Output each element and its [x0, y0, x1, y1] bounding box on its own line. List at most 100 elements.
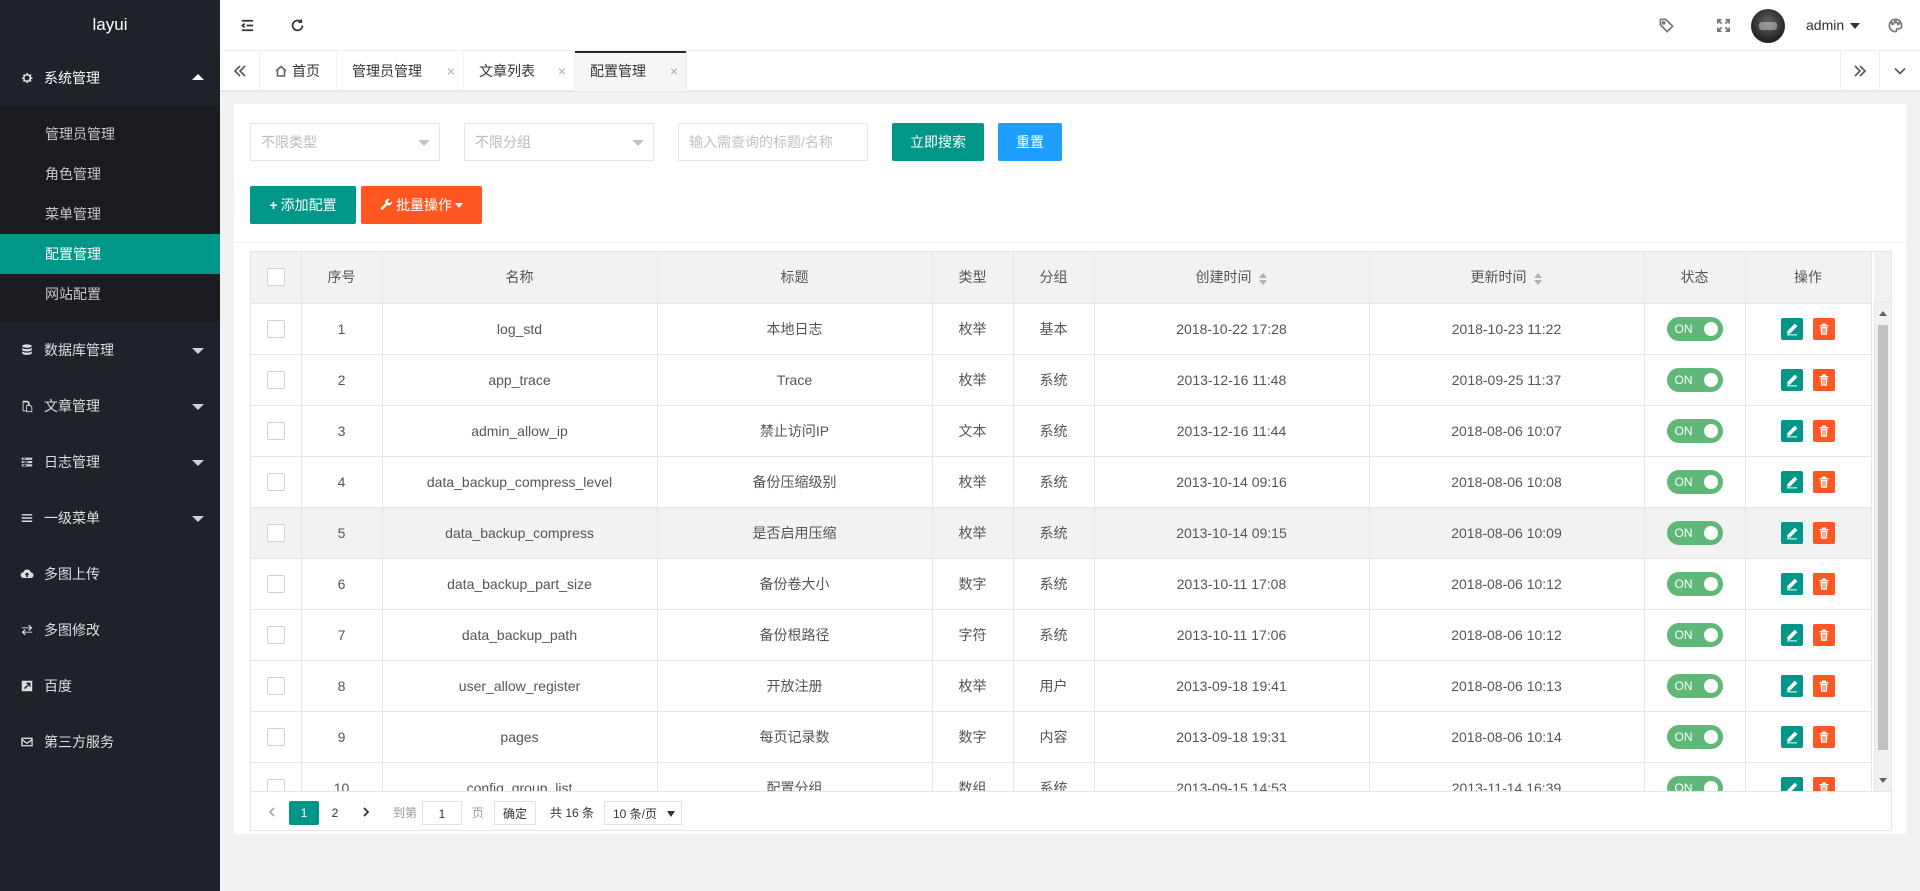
edit-button[interactable]	[1781, 725, 1803, 748]
sidebar-item[interactable]: 多图上传	[0, 546, 220, 602]
sidebar-item[interactable]: 数据库管理	[0, 322, 220, 378]
tabs-scroll-right-button[interactable]	[1840, 51, 1880, 91]
goto-confirm-button[interactable]: 确定	[494, 801, 536, 825]
menu-fold-button[interactable]	[222, 0, 272, 50]
tag-button[interactable]	[1641, 0, 1691, 50]
delete-button[interactable]	[1813, 572, 1835, 595]
fullscreen-button[interactable]	[1698, 0, 1748, 50]
table-row[interactable]: 2 app_trace Trace 枚举 系统 2013-12-16 11:48 2018-…	[251, 354, 1872, 406]
sidebar-item[interactable]: 百度	[0, 658, 220, 714]
column-header-created[interactable]: 创建时间	[1094, 252, 1370, 304]
row-checkbox[interactable]	[266, 676, 285, 695]
sidebar-item[interactable]: 第三方服务	[0, 714, 220, 770]
table-row[interactable]: 8 user_allow_register 开放注册 枚举 用户 2013-09-18 1…	[251, 660, 1872, 712]
row-checkbox[interactable]	[266, 472, 285, 491]
tab-article-list[interactable]: 文章列表 ×	[464, 51, 575, 91]
select-all-checkbox[interactable]	[266, 268, 285, 287]
tabs-scroll-left-button[interactable]	[220, 51, 260, 91]
row-checkbox[interactable]	[266, 574, 285, 593]
sidebar-subitem[interactable]: 配置管理	[0, 234, 220, 274]
page-number[interactable]: 2	[320, 801, 350, 825]
table-row[interactable]: 1 log_std 本地日志 枚举 基本 2018-10-22 17:28 2018-10-…	[251, 303, 1872, 355]
tabs-options-button[interactable]	[1880, 51, 1920, 91]
delete-button[interactable]	[1813, 419, 1835, 442]
tab-config-manage[interactable]: 配置管理 ×	[575, 51, 687, 91]
avatar[interactable]	[1751, 9, 1785, 43]
status-toggle[interactable]: ON	[1666, 622, 1723, 647]
status-toggle[interactable]: ON	[1666, 520, 1723, 545]
page-number-current[interactable]: 1	[289, 801, 319, 825]
table-row[interactable]: 9 pages 每页记录数 数字 内容 2013-09-18 19:31 2018-08-0…	[251, 711, 1872, 763]
table-row[interactable]: 6 data_backup_part_size 备份卷大小 数字 系统 2013-10-1…	[251, 558, 1872, 610]
status-toggle[interactable]: ON	[1666, 724, 1723, 749]
goto-page-input[interactable]: 1	[422, 801, 462, 825]
close-icon[interactable]: ×	[447, 51, 455, 91]
group-select[interactable]: 不限分组	[464, 123, 654, 161]
edit-button[interactable]	[1781, 368, 1803, 391]
search-input[interactable]	[678, 123, 868, 161]
table-row[interactable]: 7 data_backup_path 备份根路径 字符 系统 2013-10-11 17:…	[251, 609, 1872, 661]
delete-button[interactable]	[1813, 623, 1835, 646]
app-logo[interactable]: layui	[0, 0, 220, 50]
close-icon[interactable]: ×	[558, 51, 566, 91]
column-header-updated[interactable]: 更新时间	[1369, 252, 1645, 304]
page-size-select[interactable]: 10 条/页	[604, 801, 682, 825]
table-row[interactable]: 4 data_backup_compress_level 备份压缩级别 枚举 系统 201…	[251, 456, 1872, 508]
edit-button[interactable]	[1781, 470, 1803, 493]
user-menu[interactable]: admin	[1806, 0, 1861, 51]
row-checkbox[interactable]	[266, 523, 285, 542]
table-row[interactable]: 5 data_backup_compress 是否启用压缩 枚举 系统 2013-10-1…	[251, 507, 1872, 559]
sidebar-item[interactable]: 一级菜单	[0, 490, 220, 546]
refresh-button[interactable]	[272, 0, 322, 50]
sidebar-subitem[interactable]: 管理员管理	[0, 114, 220, 154]
tab-home[interactable]: 首页	[260, 51, 337, 91]
row-checkbox[interactable]	[266, 727, 285, 746]
edit-button[interactable]	[1781, 674, 1803, 697]
edit-button[interactable]	[1781, 623, 1803, 646]
row-checkbox[interactable]	[266, 625, 285, 644]
sidebar-item[interactable]: 文章管理	[0, 378, 220, 434]
delete-button[interactable]	[1813, 725, 1835, 748]
add-config-button[interactable]: + 添加配置	[250, 186, 356, 224]
reset-button[interactable]: 重置	[998, 123, 1062, 161]
sidebar-item[interactable]: 多图修改	[0, 602, 220, 658]
theme-button[interactable]	[1870, 0, 1920, 50]
status-toggle[interactable]: ON	[1666, 673, 1723, 698]
delete-button[interactable]	[1813, 317, 1835, 340]
edit-button[interactable]	[1781, 419, 1803, 442]
delete-button[interactable]	[1813, 368, 1835, 391]
row-checkbox[interactable]	[266, 319, 285, 338]
close-icon[interactable]: ×	[670, 51, 678, 91]
sidebar-subitem[interactable]: 角色管理	[0, 154, 220, 194]
edit-button[interactable]	[1781, 521, 1803, 544]
delete-button[interactable]	[1813, 521, 1835, 544]
table-row[interactable]: 3 admin_allow_ip 禁止访问IP 文本 系统 2013-12-16 11:4…	[251, 405, 1872, 457]
status-toggle[interactable]: ON	[1666, 469, 1723, 494]
scrollbar-thumb[interactable]	[1878, 325, 1888, 750]
status-toggle[interactable]: ON	[1666, 571, 1723, 596]
sidebar-group-system[interactable]: 系统管理	[0, 50, 220, 106]
edit-button[interactable]	[1781, 572, 1803, 595]
batch-operation-button[interactable]: 批量操作	[361, 186, 482, 224]
sidebar-subitem[interactable]: 网站配置	[0, 274, 220, 314]
sidebar-item[interactable]: 日志管理	[0, 434, 220, 490]
row-checkbox[interactable]	[266, 421, 285, 440]
delete-button[interactable]	[1813, 674, 1835, 697]
prev-page-button[interactable]	[261, 801, 283, 825]
edit-button[interactable]	[1781, 317, 1803, 340]
sidebar-subitem[interactable]: 菜单管理	[0, 194, 220, 234]
status-toggle[interactable]: ON	[1666, 418, 1723, 443]
sort-icon[interactable]	[1258, 272, 1268, 285]
type-select[interactable]: 不限类型	[250, 123, 440, 161]
status-toggle[interactable]: ON	[1666, 367, 1723, 392]
tab-admin-manage[interactable]: 管理员管理 ×	[337, 51, 464, 91]
sort-icon[interactable]	[1533, 272, 1543, 285]
table-scrollbar[interactable]	[1874, 303, 1891, 791]
row-checkbox[interactable]	[266, 370, 285, 389]
next-page-button[interactable]	[355, 801, 377, 825]
delete-button[interactable]	[1813, 470, 1835, 493]
scroll-down-icon[interactable]	[1879, 778, 1887, 783]
scroll-up-icon[interactable]	[1879, 311, 1887, 316]
search-button[interactable]: 立即搜索	[892, 123, 984, 161]
status-toggle[interactable]: ON	[1666, 316, 1723, 341]
